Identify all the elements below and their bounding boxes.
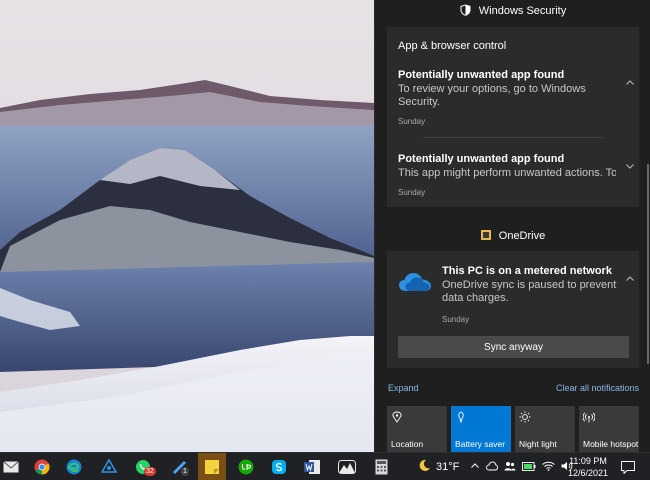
word-icon[interactable] [301,457,323,477]
onedrive-group-header[interactable]: OneDrive [375,225,650,247]
notification-divider [423,137,603,138]
tile-battery-saver[interactable]: Battery saver [451,406,511,452]
notification-title: Potentially unwanted app found [398,69,565,81]
desktop-wallpaper [0,0,374,452]
expand-link[interactable]: Expand [388,383,419,393]
onedrive-card[interactable]: This PC is on a metered network OneDrive… [387,251,639,368]
night-light-icon [519,410,531,423]
card-title: App & browser control [398,40,507,52]
tile-label: Battery saver [455,439,506,449]
windows-security-card[interactable]: App & browser control Potentially unwant… [387,27,639,207]
tile-mobile-hotspot[interactable]: Mobile hotspot [579,406,639,452]
app-icon[interactable]: 1 [168,457,190,477]
battery-saver-icon [455,410,467,424]
action-center-panel: Windows Security App & browser control P… [374,0,650,452]
notification-item[interactable]: Potentially unwanted app found To review… [398,69,628,126]
scrollbar-thumb[interactable] [647,164,649,364]
tile-label: Location [391,439,424,449]
location-icon [391,410,403,423]
notification-body: To review your options, go to Windows Se… [398,83,586,108]
notification-item[interactable]: Potentially unwanted app found This app … [398,153,628,197]
chevron-up-icon[interactable] [625,271,635,281]
clock[interactable]: 11:09 PM 12/6/2021 [566,455,610,479]
tile-label: Mobile hotspot [583,439,639,449]
skype-icon[interactable] [268,457,290,477]
app-icon[interactable] [98,457,120,477]
mail-icon[interactable] [0,457,22,477]
clear-all-notifications-link[interactable]: Clear all notifications [556,383,639,393]
notification-center-icon[interactable] [618,457,638,477]
onedrive-app-icon [480,229,491,243]
battery-icon[interactable] [522,458,536,476]
notification-item[interactable]: This PC is on a metered network OneDrive… [442,265,620,324]
clock-time: 11:09 PM [569,456,607,466]
wifi-icon[interactable] [542,458,555,476]
app-icon[interactable] [336,457,358,477]
notification-time: Sunday [398,188,426,197]
tile-label: Night light [519,439,557,449]
group-app-name: OneDrive [498,230,546,242]
notification-time: Sunday [398,117,426,126]
clock-date: 12/6/2021 [567,468,609,478]
taskbar: 32 1 31°F 11:09 PM 12/6/2021 [0,452,650,480]
notification-title: Potentially unwanted app found [398,153,565,165]
windows-security-group-header[interactable]: Windows Security [375,0,650,22]
upwork-icon[interactable] [235,457,257,477]
weather-widget[interactable]: 31°F [418,457,459,477]
chrome-icon[interactable] [31,457,53,477]
people-icon[interactable] [504,458,516,476]
system-tray [470,453,573,480]
count-badge: 1 [181,467,189,476]
chevron-down-icon[interactable] [625,158,635,169]
tile-location[interactable]: Location [387,406,447,452]
unread-badge: 32 [144,467,156,476]
edge-icon[interactable] [63,457,85,477]
action-links: Expand Clear all notifications [387,383,639,397]
notification-body: This app might perform unwanted actions.… [398,167,616,179]
cloud-icon[interactable] [486,458,498,476]
temperature: 31°F [436,461,460,473]
notification-title: This PC is on a metered network [442,265,612,277]
notification-time: Sunday [442,315,470,324]
scrollbar[interactable] [646,4,649,364]
sync-anyway-button[interactable]: Sync anyway [398,336,629,358]
calculator-icon[interactable] [370,457,392,477]
tile-night-light[interactable]: Night light [515,406,575,452]
moon-icon [418,459,431,475]
shield-icon [460,4,471,19]
whatsapp-icon[interactable]: 32 [132,457,156,477]
mobile-hotspot-icon [582,410,596,423]
sticky-notes-icon[interactable] [198,453,226,480]
group-app-name: Windows Security [478,5,567,17]
cloud-icon [398,271,432,298]
quick-actions: Location Battery saver Night light Mobil… [387,406,650,452]
chevron-up-icon[interactable] [625,75,635,85]
notification-body: OneDrive sync is paused to prevent data … [442,279,617,304]
chevron-up-icon[interactable] [470,458,480,476]
